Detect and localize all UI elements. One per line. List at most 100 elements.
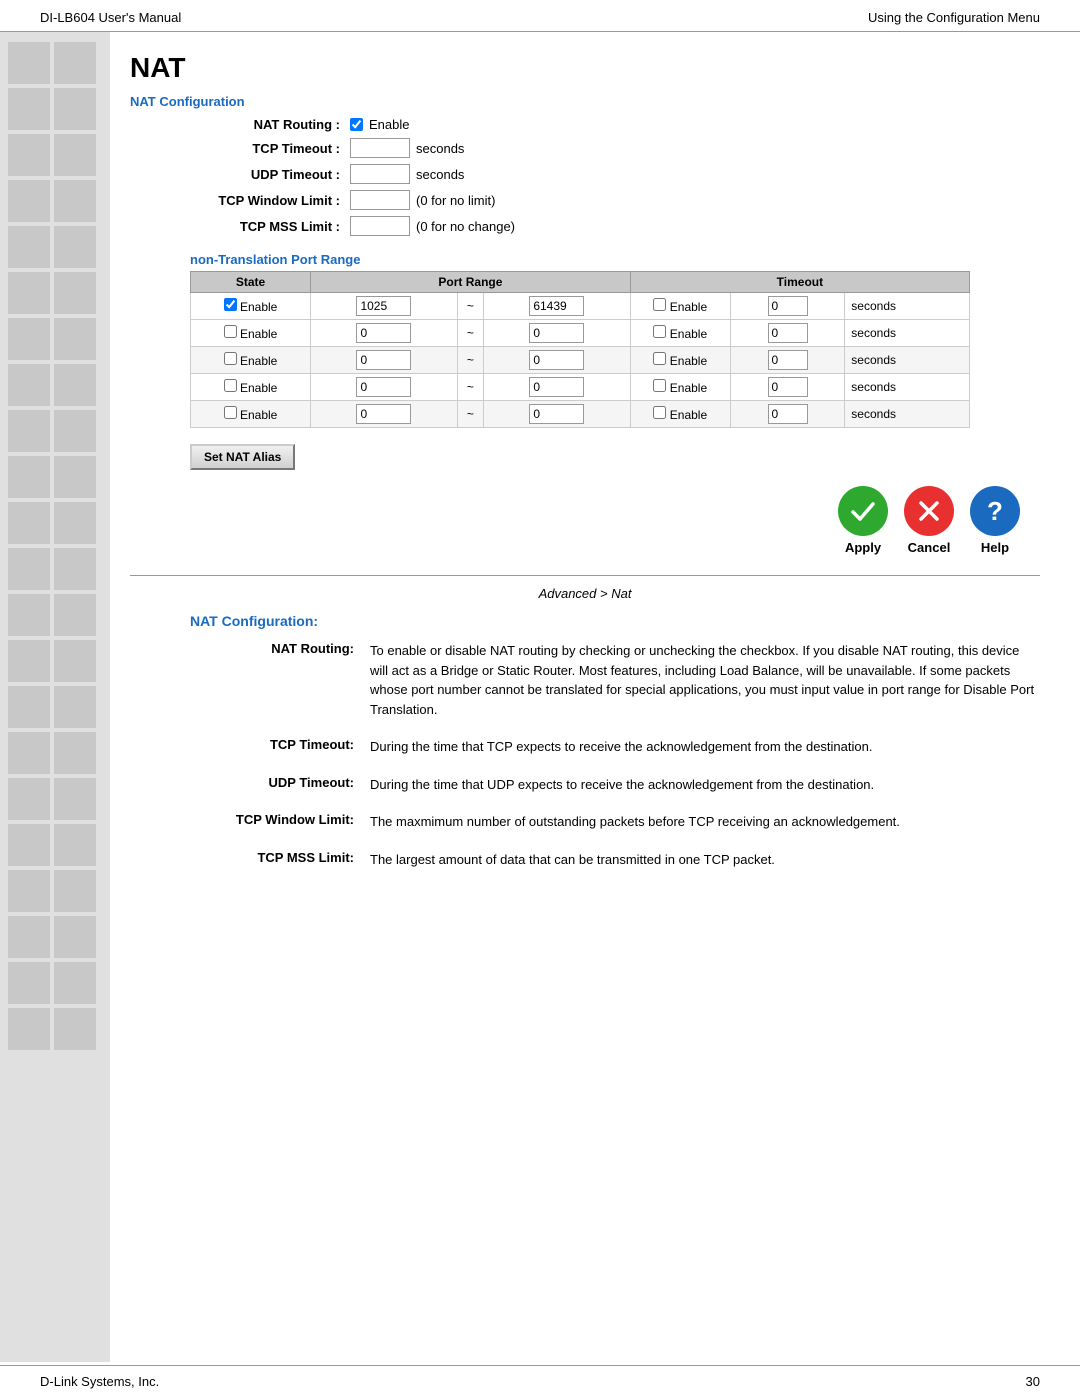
sidebar-cell: [8, 180, 50, 222]
sidebar-cell: [8, 870, 50, 912]
set-nat-alias-button[interactable]: Set NAT Alias: [190, 444, 295, 470]
timeout-state-label: Enable: [666, 354, 707, 368]
sidebar-cell: [54, 456, 96, 498]
timeout-state-checkbox[interactable]: [653, 379, 666, 392]
sidebar-cell: [54, 686, 96, 728]
timeout-value-input[interactable]: [768, 404, 808, 424]
port-from-input[interactable]: [356, 377, 411, 397]
desc-text: During the time that UDP expects to rece…: [370, 775, 1040, 795]
sidebar-cell: [54, 640, 96, 682]
timeout-value-input[interactable]: [768, 323, 808, 343]
port-to-input[interactable]: [529, 350, 584, 370]
sidebar-cell: [8, 502, 50, 544]
sidebar-cell: [8, 640, 50, 682]
port-to-input[interactable]: [529, 296, 584, 316]
x-icon: [914, 496, 944, 526]
footer-right: 30: [1026, 1374, 1040, 1389]
sidebar-cell: [8, 88, 50, 130]
row-state-label: Enable: [237, 327, 278, 341]
tcp-window-input[interactable]: 0: [350, 190, 410, 210]
timeout-value-input[interactable]: [768, 350, 808, 370]
udp-timeout-unit: seconds: [416, 167, 464, 182]
port-from-input[interactable]: [356, 296, 411, 316]
tcp-timeout-input[interactable]: 300: [350, 138, 410, 158]
sidebar-cell: [54, 226, 96, 268]
nat-routing-checkbox[interactable]: [350, 118, 363, 131]
desc-text: To enable or disable NAT routing by chec…: [370, 641, 1040, 719]
nat-form: NAT Routing : Enable TCP Timeout : 300 s…: [190, 117, 1040, 236]
timeout-state-checkbox[interactable]: [653, 298, 666, 311]
desc-section-title: NAT Configuration:: [190, 613, 1040, 629]
desc-label: TCP Timeout:: [190, 737, 370, 752]
row-state-label: Enable: [237, 354, 278, 368]
header-left: DI-LB604 User's Manual: [40, 10, 181, 25]
footer-left: D-Link Systems, Inc.: [40, 1374, 159, 1389]
port-range-tilde: ~: [457, 347, 483, 374]
desc-row: TCP Timeout:During the time that TCP exp…: [190, 737, 1040, 757]
tcp-timeout-unit: seconds: [416, 141, 464, 156]
sidebar-blocks: [0, 32, 110, 1050]
port-from-input[interactable]: [356, 404, 411, 424]
action-buttons-row: Apply Cancel ? Help: [130, 486, 1020, 555]
nat-routing-label: NAT Routing :: [190, 117, 350, 132]
sidebar-cell: [54, 778, 96, 820]
row-state-checkbox[interactable]: [224, 379, 237, 392]
page-title: NAT: [130, 52, 1040, 84]
sidebar-cell: [54, 180, 96, 222]
desc-label: NAT Routing:: [190, 641, 370, 656]
nat-routing-control: Enable: [350, 117, 409, 132]
description-rows: NAT Routing:To enable or disable NAT rou…: [190, 641, 1040, 869]
cancel-button[interactable]: [904, 486, 954, 536]
sidebar-cell: [54, 364, 96, 406]
udp-timeout-control: 120 seconds: [350, 164, 464, 184]
table-row: Enable~ Enableseconds: [191, 374, 970, 401]
tcp-mss-input[interactable]: 0: [350, 216, 410, 236]
port-range-section: non-Translation Port Range State Port Ra…: [190, 252, 1040, 428]
row-state-checkbox[interactable]: [224, 325, 237, 338]
port-to-input[interactable]: [529, 323, 584, 343]
question-mark-icon: ?: [987, 496, 1003, 527]
sidebar-cell: [8, 548, 50, 590]
cancel-label: Cancel: [908, 540, 951, 555]
port-to-input[interactable]: [529, 404, 584, 424]
tcp-mss-label: TCP MSS Limit :: [190, 219, 350, 234]
desc-label: TCP MSS Limit:: [190, 850, 370, 865]
row-state-checkbox[interactable]: [224, 298, 237, 311]
timeout-state-label: Enable: [666, 300, 707, 314]
sidebar-cell: [54, 88, 96, 130]
sidebar-cell: [8, 42, 50, 84]
table-row: Enable~ Enableseconds: [191, 293, 970, 320]
timeout-state-checkbox[interactable]: [653, 352, 666, 365]
sidebar-cell: [8, 410, 50, 452]
sidebar-cell: [8, 962, 50, 1004]
description-section: NAT Configuration: NAT Routing:To enable…: [190, 613, 1040, 869]
tcp-window-label: TCP Window Limit :: [190, 193, 350, 208]
port-to-input[interactable]: [529, 377, 584, 397]
port-from-input[interactable]: [356, 350, 411, 370]
sidebar: [0, 32, 110, 1362]
row-state-checkbox[interactable]: [224, 406, 237, 419]
row-state-checkbox[interactable]: [224, 352, 237, 365]
sidebar-cell: [54, 318, 96, 360]
desc-row: NAT Routing:To enable or disable NAT rou…: [190, 641, 1040, 719]
sidebar-cell: [54, 272, 96, 314]
timeout-value-input[interactable]: [768, 296, 808, 316]
row-state-label: Enable: [237, 381, 278, 395]
apply-button-group: Apply: [838, 486, 888, 555]
page-footer: D-Link Systems, Inc. 30: [0, 1365, 1080, 1397]
sidebar-cell: [54, 134, 96, 176]
port-from-input[interactable]: [356, 323, 411, 343]
desc-text: The maxmimum number of outstanding packe…: [370, 812, 1040, 832]
sidebar-cell: [54, 594, 96, 636]
timeout-state-checkbox[interactable]: [653, 325, 666, 338]
udp-timeout-input[interactable]: 120: [350, 164, 410, 184]
apply-button[interactable]: [838, 486, 888, 536]
timeout-state-checkbox[interactable]: [653, 406, 666, 419]
port-range-tilde: ~: [457, 320, 483, 347]
desc-row: UDP Timeout:During the time that UDP exp…: [190, 775, 1040, 795]
timeout-value-input[interactable]: [768, 377, 808, 397]
timeout-unit: seconds: [845, 374, 970, 401]
help-button[interactable]: ?: [970, 486, 1020, 536]
non-trans-title: non-Translation Port Range: [190, 252, 1040, 267]
sidebar-cell: [54, 42, 96, 84]
